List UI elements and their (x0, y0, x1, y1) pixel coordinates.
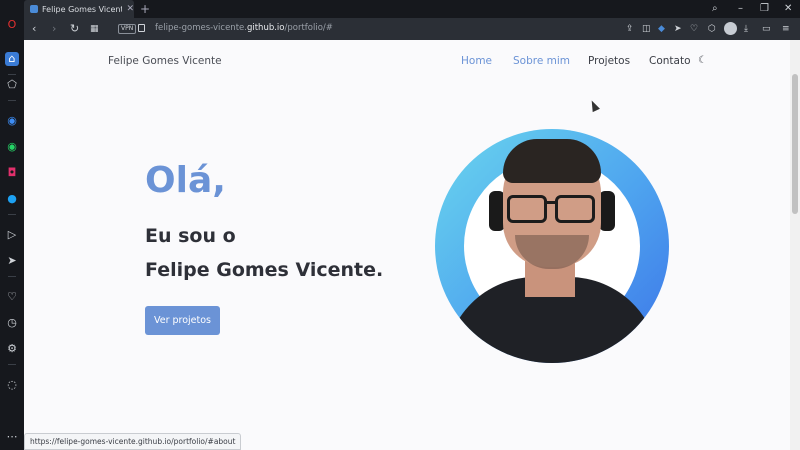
vpn-badge[interactable]: VPN (118, 24, 137, 34)
lightbulb-icon[interactable]: ◌ (5, 378, 19, 392)
twitter-icon[interactable]: ● (5, 192, 19, 206)
send-icon[interactable]: ➤ (5, 254, 19, 268)
share-icon[interactable]: ⇪ (626, 23, 634, 35)
send-icon[interactable]: ➤ (674, 23, 682, 35)
tab-title: Felipe Gomes Vicente - Portfolio (42, 4, 122, 14)
heart-icon[interactable]: ♡ (690, 23, 698, 35)
nav-projects[interactable]: Projetos (588, 55, 630, 67)
cube-icon[interactable]: ⬡ (708, 23, 716, 35)
mouse-cursor (588, 98, 600, 113)
nav-about[interactable]: Sobre mim (513, 55, 570, 67)
menu-icon[interactable]: ≡ (782, 23, 790, 35)
profile-photo-ring (435, 129, 669, 363)
lock-icon[interactable] (138, 24, 145, 32)
player-icon[interactable]: ▷ (5, 228, 19, 242)
photo-hair (503, 139, 601, 183)
browser-toolbar: ‹ › ↻ ▦ VPN felipe-gomes-vicente.github.… (24, 18, 800, 40)
glasses-right-lens (555, 195, 595, 223)
sidebar-divider (8, 364, 16, 365)
settings-icon[interactable]: ⚙ (5, 342, 19, 356)
page-scrollbar[interactable] (790, 40, 800, 450)
sidebar-divider (8, 74, 16, 75)
instagram-icon[interactable]: ◘ (5, 166, 19, 180)
glasses-bridge (545, 201, 557, 204)
view-projects-button[interactable]: Ver projetos (145, 306, 220, 335)
hero-name: Felipe Gomes Vicente. (145, 259, 384, 281)
camera-icon[interactable]: ◫ (642, 23, 651, 35)
nav-contact[interactable]: Contato (649, 55, 691, 67)
history-icon[interactable]: ◷ (5, 316, 19, 330)
favicon-icon (30, 5, 38, 13)
sidebar-divider (8, 276, 16, 277)
tab-close-icon[interactable]: ✕ (126, 4, 134, 14)
scrollbar-thumb[interactable] (792, 74, 798, 214)
browser-tab[interactable]: Felipe Gomes Vicente - Portfolio ✕ (24, 0, 134, 18)
url-path: /portfolio/# (284, 23, 333, 33)
messenger-icon[interactable]: ◉ (5, 114, 19, 128)
new-tab-button[interactable]: + (140, 2, 150, 16)
headphone-right (599, 191, 615, 231)
whatsapp-icon[interactable]: ◉ (5, 140, 19, 154)
moon-icon[interactable]: ☾ (698, 55, 707, 66)
browser-sidebar: O ⌂ ⬠ ◉ ◉ ◘ ● ▷ ➤ ♡ ◷ ⚙ ◌ ⋯ (0, 18, 24, 450)
sidebar-divider (8, 100, 16, 101)
hero-greeting: Olá, (145, 160, 226, 201)
heart-icon[interactable]: ♡ (5, 290, 19, 304)
pinboard-icon[interactable]: ⬠ (5, 78, 19, 92)
address-field[interactable]: felipe-gomes-vicente.github.io/portfolio… (155, 23, 333, 33)
battery-icon[interactable]: ▭ (762, 23, 771, 35)
reload-icon[interactable]: ↻ (70, 22, 79, 36)
shield-icon[interactable]: ◆ (658, 23, 665, 35)
glasses-left-lens (507, 195, 547, 223)
profile-photo (435, 129, 669, 363)
search-icon[interactable]: ⌕ (712, 2, 718, 16)
back-icon[interactable]: ‹ (32, 22, 36, 36)
nav-home[interactable]: Home (461, 55, 492, 67)
restore-icon[interactable]: ❐ (760, 2, 769, 16)
download-icon[interactable]: ⤓ (744, 23, 748, 35)
sidebar-divider (8, 214, 16, 215)
forward-icon[interactable]: › (52, 22, 56, 36)
more-icon[interactable]: ⋯ (5, 430, 19, 444)
url-prefix: felipe-gomes-vicente. (155, 23, 247, 33)
hero-intro: Eu sou o (145, 225, 236, 247)
status-url-tooltip: https://felipe-gomes-vicente.github.io/p… (24, 433, 242, 450)
url-host: github.io (246, 23, 285, 33)
browser-tab-bar: Felipe Gomes Vicente - Portfolio ✕ + ⌕ –… (0, 0, 800, 18)
minimize-icon[interactable]: – (738, 2, 743, 16)
portfolio-page: Felipe Gomes Vicente Home Sobre mim Proj… (24, 40, 790, 450)
site-brand[interactable]: Felipe Gomes Vicente (108, 55, 222, 67)
opera-logo-icon[interactable]: O (5, 18, 19, 32)
home-icon[interactable]: ⌂ (5, 52, 19, 66)
tabs-grid-icon[interactable]: ▦ (90, 22, 99, 36)
profile-avatar[interactable] (724, 22, 737, 35)
close-window-icon[interactable]: ✕ (784, 2, 792, 16)
